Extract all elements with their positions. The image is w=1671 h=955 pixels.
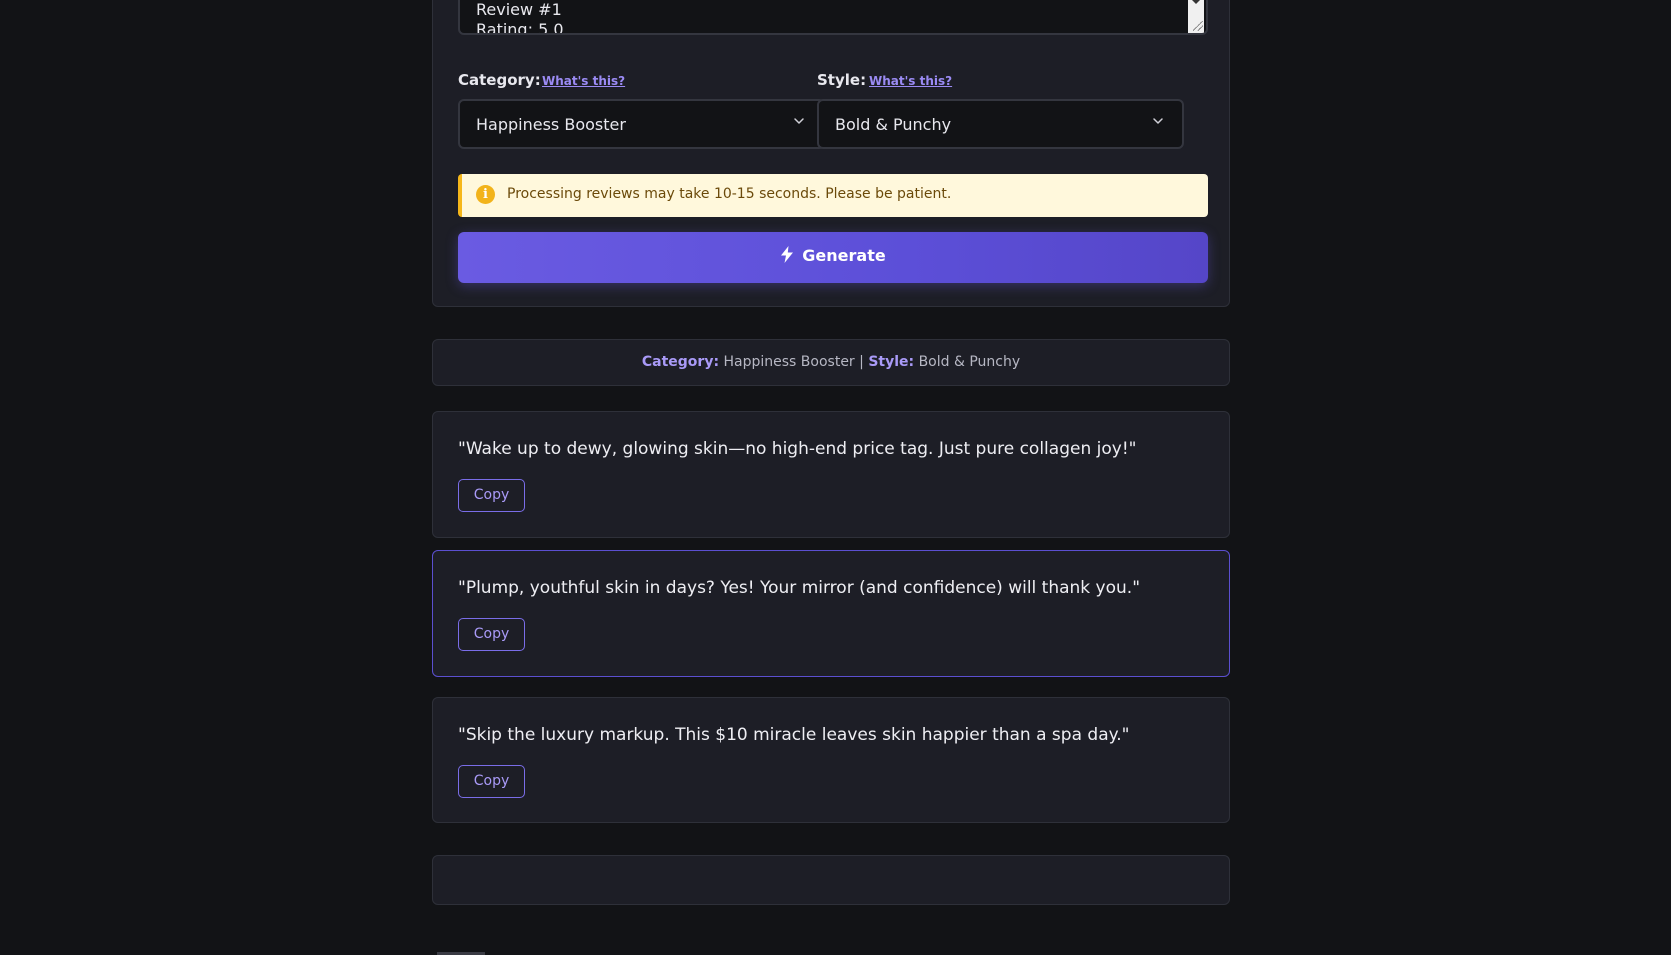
category-select[interactable]: Happiness Booster	[458, 99, 825, 149]
style-help-link[interactable]: What's this?	[869, 74, 952, 88]
result-quote: "Wake up to dewy, glowing skin—no high-e…	[458, 439, 1137, 459]
notice-text: Processing reviews may take 10-15 second…	[507, 186, 952, 202]
summary-category-key: Category:	[641, 354, 720, 370]
chevron-down-icon	[1153, 118, 1163, 124]
summary-style-key: Style:	[868, 354, 915, 370]
chevron-down-icon	[794, 118, 804, 124]
copy-button[interactable]: Copy	[458, 765, 525, 798]
summary-text: Category: Happiness Booster | Style: Bol…	[433, 354, 1229, 370]
result-card: "Skip the luxury markup. This $10 miracl…	[432, 697, 1230, 823]
empty-card	[432, 855, 1230, 905]
bolt-icon	[781, 246, 794, 263]
summary-separator: |	[859, 354, 864, 370]
selection-summary: Category: Happiness Booster | Style: Bol…	[432, 339, 1230, 386]
category-label: Category:	[458, 71, 541, 89]
textarea-line: Review #1	[476, 0, 562, 19]
generate-label: Generate	[802, 246, 886, 265]
copy-button[interactable]: Copy	[458, 618, 525, 651]
scroll-down-arrow-icon[interactable]	[1191, 0, 1201, 4]
resize-handle-icon[interactable]	[1193, 21, 1203, 31]
result-card: "Wake up to dewy, glowing skin—no high-e…	[432, 411, 1230, 538]
summary-category-value: Happiness Booster	[723, 354, 855, 370]
summary-style-value: Bold & Punchy	[918, 354, 1021, 370]
info-icon: i	[476, 185, 495, 204]
style-label: Style:	[817, 71, 867, 89]
result-card: "Plump, youthful skin in days? Yes! Your…	[432, 550, 1230, 677]
textarea-line: Rating: 5.0	[476, 20, 564, 35]
generator-form-card: Review #1 Rating: 5.0 Category: What's t…	[432, 0, 1230, 307]
style-select-value: Bold & Punchy	[835, 115, 952, 134]
style-select[interactable]: Bold & Punchy	[817, 99, 1184, 149]
result-quote: "Plump, youthful skin in days? Yes! Your…	[458, 578, 1141, 598]
reviews-textarea[interactable]: Review #1 Rating: 5.0	[458, 0, 1208, 35]
page: Review #1 Rating: 5.0 Category: What's t…	[0, 0, 1671, 955]
copy-button[interactable]: Copy	[458, 479, 525, 512]
generate-button-content: Generate	[458, 246, 1208, 265]
generate-button[interactable]: Generate	[458, 232, 1208, 283]
category-help-link[interactable]: What's this?	[542, 74, 625, 88]
result-quote: "Skip the luxury markup. This $10 miracl…	[458, 725, 1130, 745]
category-select-value: Happiness Booster	[476, 115, 626, 134]
processing-notice: i Processing reviews may take 10-15 seco…	[458, 174, 1208, 217]
